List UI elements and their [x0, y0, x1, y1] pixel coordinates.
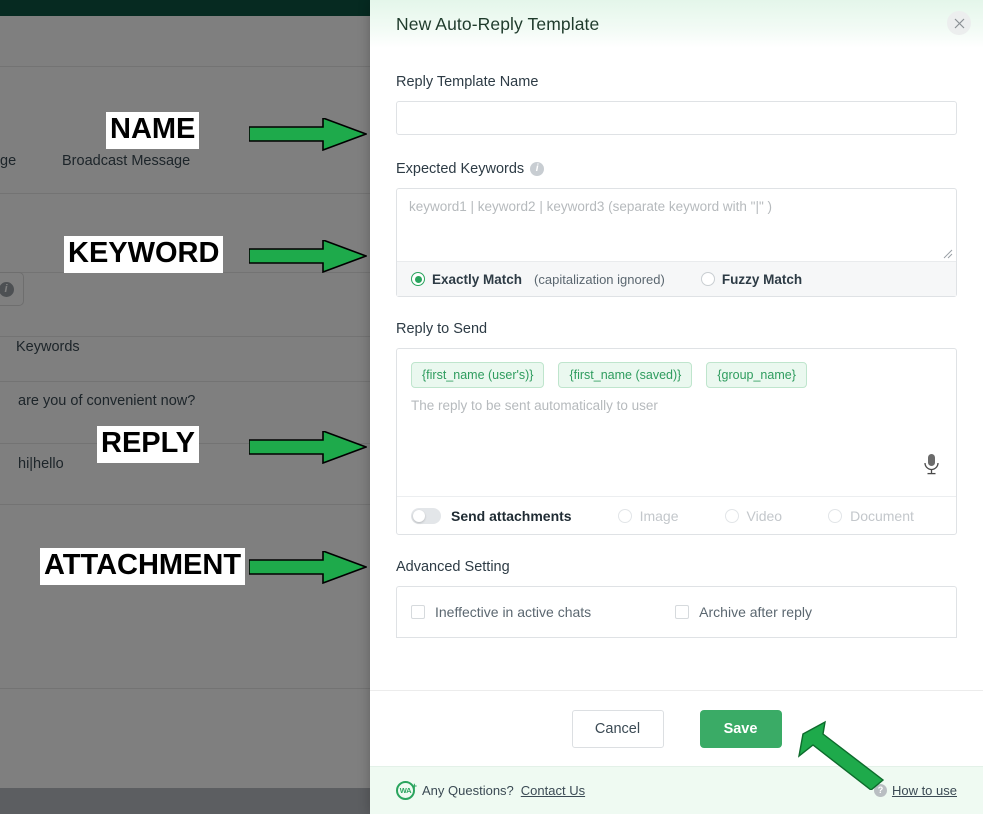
radio-attachment-video-label: Video	[747, 508, 783, 524]
wa-logo-icon: WA +	[396, 781, 415, 800]
annotation-arrow-reply	[249, 431, 367, 464]
reply-to-send-label: Reply to Send	[396, 321, 957, 337]
microphone-icon[interactable]	[923, 453, 940, 476]
reply-message-placeholder: The reply to be sent automatically to us…	[411, 398, 658, 413]
radio-attachment-document[interactable]: Document	[828, 508, 914, 524]
radio-fuzzy-match-label: Fuzzy Match	[722, 272, 802, 287]
chip-first-name-saved[interactable]: {first_name (saved)}	[558, 362, 692, 388]
page-title: New Auto-Reply Template	[396, 14, 599, 35]
contact-us-link[interactable]: Contact Us	[521, 783, 585, 798]
info-icon[interactable]: i	[530, 162, 544, 176]
expected-keywords-input[interactable]: keyword1 | keyword2 | keyword3 (separate…	[397, 189, 956, 261]
dialog-body: Reply Template Name Expected Keywords i …	[370, 48, 983, 690]
dialog-footer: WA + Any Questions? Contact Us ? How to …	[370, 766, 983, 814]
chip-first-name-user[interactable]: {first_name (user's)}	[411, 362, 544, 388]
radio-attachment-image-label: Image	[640, 508, 679, 524]
close-icon[interactable]	[947, 11, 971, 35]
radio-attachment-video[interactable]: Video	[725, 508, 783, 524]
dialog-header: New Auto-Reply Template	[370, 0, 983, 48]
radio-exactly-match[interactable]: Exactly Match (capitalization ignored)	[411, 272, 665, 287]
how-to-use-link[interactable]: How to use	[892, 783, 957, 798]
wa-logo-text: WA	[400, 786, 411, 795]
checkbox-ineffective-in-active-chats[interactable]: Ineffective in active chats	[411, 604, 591, 620]
annotation-label-reply: REPLY	[97, 426, 199, 463]
expected-keywords-label-text: Expected Keywords	[396, 161, 524, 177]
reply-to-send-box: {first_name (user's)} {first_name (saved…	[396, 348, 957, 535]
annotation-label-keyword: KEYWORD	[64, 236, 223, 273]
reply-message-input[interactable]: The reply to be sent automatically to us…	[397, 388, 956, 496]
checkbox-archive-after-reply[interactable]: Archive after reply	[675, 604, 812, 620]
reply-template-name-input[interactable]	[396, 101, 957, 135]
checkbox-archive-after-reply-label: Archive after reply	[699, 604, 812, 620]
send-attachments-toggle[interactable]	[411, 508, 441, 524]
chip-group-name[interactable]: {group_name}	[706, 362, 807, 388]
close-glyph	[954, 18, 965, 29]
annotation-label-attachment: ATTACHMENT	[40, 548, 245, 585]
expected-keywords-box: keyword1 | keyword2 | keyword3 (separate…	[396, 188, 957, 297]
expected-keywords-placeholder: keyword1 | keyword2 | keyword3 (separate…	[409, 199, 772, 214]
resize-grip-icon[interactable]	[941, 247, 953, 259]
radio-exactly-match-label: Exactly Match	[432, 272, 522, 287]
send-attachments-row: Send attachments Image Video Document	[397, 496, 956, 534]
wa-logo-plus: +	[412, 781, 417, 791]
footer-contact: WA + Any Questions? Contact Us	[396, 781, 585, 800]
send-attachments-label: Send attachments	[451, 508, 572, 524]
radio-attachment-video-control[interactable]	[725, 509, 739, 523]
radio-fuzzy-match-control[interactable]	[701, 272, 715, 286]
save-button[interactable]: Save	[700, 710, 782, 748]
advanced-setting-label: Advanced Setting	[396, 559, 957, 575]
radio-attachment-document-control[interactable]	[828, 509, 842, 523]
annotation-label-name: NAME	[106, 112, 199, 149]
annotation-arrow-save	[795, 718, 885, 790]
new-auto-reply-template-dialog: New Auto-Reply Template Reply Template N…	[370, 0, 983, 814]
dialog-actions: Cancel Save	[370, 690, 983, 766]
annotation-arrow-attachment	[249, 551, 367, 584]
advanced-setting-box: Ineffective in active chats Archive afte…	[396, 586, 957, 638]
radio-exactly-match-control[interactable]	[411, 272, 425, 286]
cancel-button[interactable]: Cancel	[572, 710, 664, 748]
keyword-match-mode-group: Exactly Match (capitalization ignored) F…	[397, 261, 956, 296]
radio-fuzzy-match[interactable]: Fuzzy Match	[701, 272, 802, 287]
reply-template-name-label: Reply Template Name	[396, 74, 957, 90]
footer-help: ? How to use	[874, 783, 957, 798]
annotation-arrow-name	[249, 118, 367, 151]
checkbox-ineffective-in-active-chats-label: Ineffective in active chats	[435, 604, 591, 620]
radio-attachment-image[interactable]: Image	[618, 508, 679, 524]
checkbox-archive-after-reply-control[interactable]	[675, 605, 689, 619]
expected-keywords-label: Expected Keywords i	[396, 161, 957, 177]
radio-attachment-image-control[interactable]	[618, 509, 632, 523]
any-questions-text: Any Questions?	[422, 783, 514, 798]
radio-attachment-document-label: Document	[850, 508, 914, 524]
annotation-arrow-keyword	[249, 240, 367, 273]
placeholder-chips: {first_name (user's)} {first_name (saved…	[397, 349, 956, 388]
radio-exactly-match-note: (capitalization ignored)	[534, 272, 665, 287]
checkbox-ineffective-in-active-chats-control[interactable]	[411, 605, 425, 619]
